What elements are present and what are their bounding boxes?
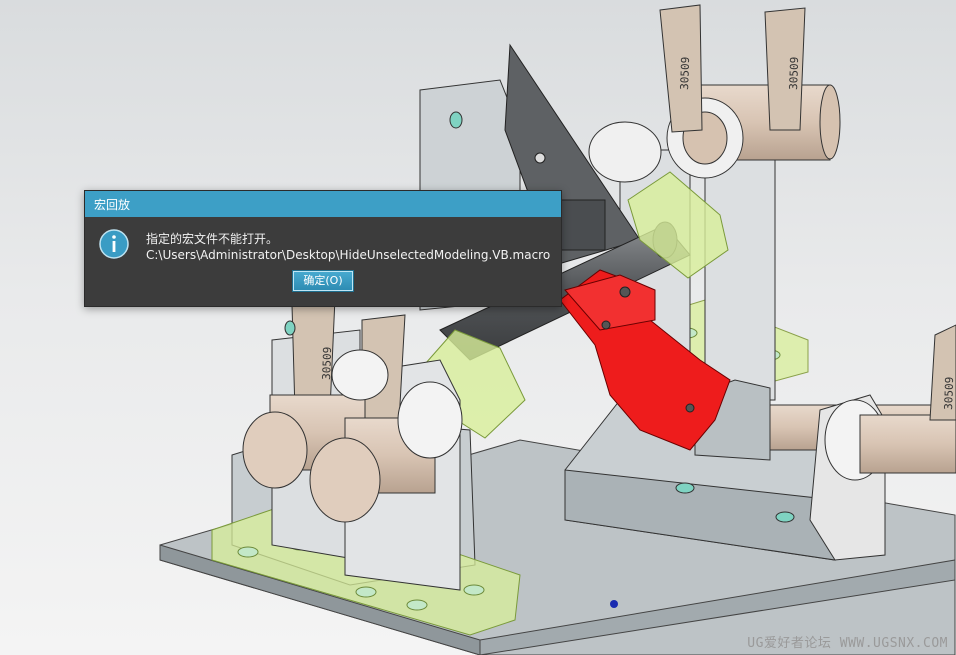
- watermark-text: UG爱好者论坛 WWW.UGSNX.COM: [747, 636, 948, 651]
- file-path: C:\Users\Administrator\Desktop\HideUnsel…: [146, 248, 551, 262]
- macro-playback-dialog: 宏回放 指定的宏文件不能打开。 C:\Users\Administrator\D…: [84, 190, 562, 307]
- dialog-message: 指定的宏文件不能打开。 C:\Users\Administrator\Deskt…: [146, 231, 556, 263]
- part-label: 30509: [942, 377, 956, 411]
- info-icon: [99, 229, 129, 259]
- ok-button[interactable]: 确定(O): [292, 270, 354, 292]
- cad-model-scene: 30509 30509 30509 30509: [159, 4, 956, 655]
- dialog-titlebar[interactable]: 宏回放: [85, 191, 561, 217]
- part-label: 30509: [678, 57, 692, 91]
- graphics-viewport[interactable]: 30509 30509 30509 30509 UG爱好者论坛 WWW.UGSN…: [0, 0, 956, 655]
- dialog-title: 宏回放: [94, 198, 131, 212]
- message-line: 指定的宏文件不能打开。: [146, 232, 279, 246]
- part-label: 30509: [787, 57, 801, 91]
